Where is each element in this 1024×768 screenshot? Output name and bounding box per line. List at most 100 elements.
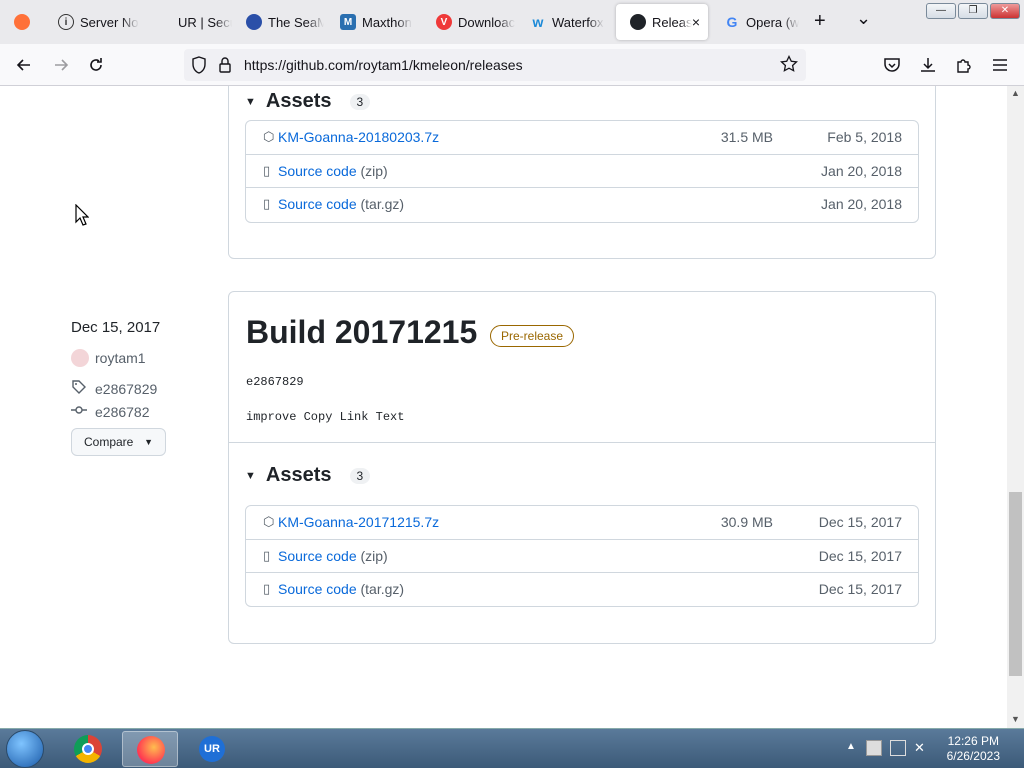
asset-link[interactable]: Source code (zip) (278, 548, 388, 564)
close-window-button[interactable]: ✕ (990, 3, 1020, 19)
scroll-up-icon[interactable]: ▲ (1011, 88, 1020, 98)
ur-browser-icon: UR (199, 736, 225, 762)
prerelease-badge: Pre-release (490, 325, 575, 347)
release-commit[interactable]: e286782 (71, 402, 150, 421)
scrollbar-thumb[interactable] (1009, 492, 1022, 676)
close-tab-icon[interactable]: × (692, 14, 700, 30)
asset-size: 31.5 MB (720, 129, 773, 145)
assets-counter: 3 (349, 93, 371, 110)
show-hidden-icons-icon[interactable]: ▲ (846, 741, 856, 752)
asset-row: ⬡ KM-Goanna-20180203.7z 31.5 MB Feb 5, 2… (246, 121, 918, 155)
asset-date: Dec 15, 2017 (818, 581, 902, 597)
release-card-previous: ▼ Assets 3 ⬡ KM-Goanna-20180203.7z 31.5 … (228, 86, 936, 259)
scroll-down-icon[interactable]: ▼ (1011, 714, 1020, 724)
asset-row: ▯ Source code (zip) Dec 15, 2017 (246, 540, 918, 573)
system-clock[interactable]: 12:26 PM 6/26/2023 (947, 734, 1000, 764)
release-date: Dec 15, 2017 (71, 319, 161, 336)
asset-row: ▯ Source code (tar.gz) Jan 20, 2018 (246, 188, 918, 222)
asset-date: Feb 5, 2018 (827, 129, 902, 145)
pocket-icon[interactable] (882, 55, 902, 75)
github-icon (630, 14, 646, 30)
lock-icon[interactable] (218, 56, 232, 79)
action-center-icon[interactable] (866, 740, 882, 756)
maxthon-icon: M (340, 14, 356, 30)
back-icon[interactable] (14, 55, 34, 75)
asset-link[interactable]: Source code (zip) (278, 163, 388, 179)
taskbar-firefox[interactable] (122, 731, 178, 767)
waterfox-icon: w (532, 14, 544, 30)
asset-date: Jan 20, 2018 (821, 162, 902, 179)
asset-date: Dec 15, 2017 (818, 514, 902, 530)
assets-toggle[interactable]: ▼ Assets 3 (245, 464, 371, 487)
url-text[interactable]: https://github.com/roytam1/kmeleon/relea… (244, 57, 523, 73)
network-icon[interactable] (890, 740, 906, 756)
divider (229, 442, 935, 443)
start-orb-icon[interactable] (6, 730, 44, 768)
release-body-commit: e2867829 (246, 375, 304, 389)
extensions-icon[interactable] (954, 55, 974, 75)
asset-row: ⬡ KM-Goanna-20171215.7z 30.9 MB Dec 15, … (246, 506, 918, 540)
assets-counter: 3 (349, 467, 371, 484)
commit-icon (71, 402, 87, 421)
reload-icon[interactable] (86, 55, 106, 75)
navigation-toolbar: https://github.com/roytam1/kmeleon/relea… (0, 44, 1024, 86)
tab-seamonkey[interactable]: The SeaM (232, 4, 324, 40)
tab-maxthon[interactable]: M Maxthon (326, 4, 420, 40)
asset-row: ▯ Source code (tar.gz) Dec 15, 2017 (246, 573, 918, 607)
assets-list: ⬡ KM-Goanna-20180203.7z 31.5 MB Feb 5, 2… (245, 120, 919, 223)
release-body-text: improve Copy Link Text (246, 410, 405, 424)
tab-opera[interactable]: G Opera (w (710, 4, 804, 40)
bookmark-star-icon[interactable] (780, 54, 798, 78)
vivaldi-icon: V (436, 14, 452, 30)
package-icon: ⬡ (263, 514, 275, 529)
menu-icon[interactable] (990, 55, 1010, 75)
taskbar-ur-browser[interactable]: UR (184, 731, 240, 767)
tab-github-releases[interactable]: Releas × (616, 4, 708, 40)
vertical-scrollbar[interactable]: ▲ ▼ (1007, 86, 1024, 728)
tracking-shield-icon[interactable] (190, 55, 208, 80)
tab-bar: i Server No UR | Secu The SeaM M Maxthon… (0, 0, 1024, 44)
file-zip-icon: ▯ (263, 547, 271, 563)
tab-vivaldi-download[interactable]: V Downloac (422, 4, 516, 40)
asset-row: ▯ Source code (zip) Jan 20, 2018 (246, 155, 918, 188)
taskbar-chrome[interactable] (60, 731, 116, 767)
release-tag[interactable]: e2867829 (71, 379, 157, 398)
new-tab-button[interactable]: + (814, 10, 826, 33)
tab-ur-security[interactable]: UR | Secu (142, 4, 232, 40)
info-icon: i (58, 14, 74, 30)
caret-down-icon: ▼ (144, 437, 153, 447)
file-zip-icon: ▯ (263, 162, 271, 178)
page-content: ▼ Assets 3 ⬡ KM-Goanna-20180203.7z 31.5 … (0, 86, 1007, 728)
file-zip-icon: ▯ (263, 196, 271, 211)
tab-firefox[interactable] (0, 4, 42, 40)
tab-list-button[interactable]: ⌄ (856, 8, 871, 29)
assets-toggle[interactable]: ▼ Assets 3 (245, 90, 371, 113)
caret-down-icon: ▼ (245, 95, 256, 108)
tag-icon (71, 379, 87, 398)
asset-date: Dec 15, 2017 (818, 547, 902, 564)
firefox-icon (14, 14, 30, 30)
caret-down-icon: ▼ (245, 469, 256, 482)
address-bar[interactable]: https://github.com/roytam1/kmeleon/relea… (184, 49, 806, 81)
tab-server-notes[interactable]: i Server No (44, 4, 140, 40)
file-zip-icon: ▯ (263, 581, 271, 596)
maximize-button[interactable]: ❐ (958, 3, 988, 19)
compare-button[interactable]: Compare ▼ (71, 428, 166, 456)
asset-link[interactable]: Source code (tar.gz) (278, 196, 404, 212)
release-title[interactable]: Build 20171215 (246, 314, 477, 351)
asset-link[interactable]: KM-Goanna-20171215.7z (278, 514, 439, 530)
google-icon: G (726, 14, 738, 30)
firefox-icon (137, 736, 165, 764)
tab-waterfox[interactable]: w Waterfox (516, 4, 612, 40)
downloads-icon[interactable] (918, 55, 938, 75)
asset-link[interactable]: KM-Goanna-20180203.7z (278, 129, 439, 145)
package-icon: ⬡ (263, 129, 275, 144)
ur-icon (156, 14, 172, 30)
seamonkey-icon (246, 14, 262, 30)
asset-link[interactable]: Source code (tar.gz) (278, 581, 404, 597)
minimize-button[interactable]: — (926, 3, 956, 19)
release-author[interactable]: roytam1 (71, 349, 146, 367)
forward-icon[interactable] (51, 55, 71, 75)
asset-date: Jan 20, 2018 (821, 196, 902, 212)
volume-muted-icon[interactable]: ✕ (914, 740, 930, 756)
